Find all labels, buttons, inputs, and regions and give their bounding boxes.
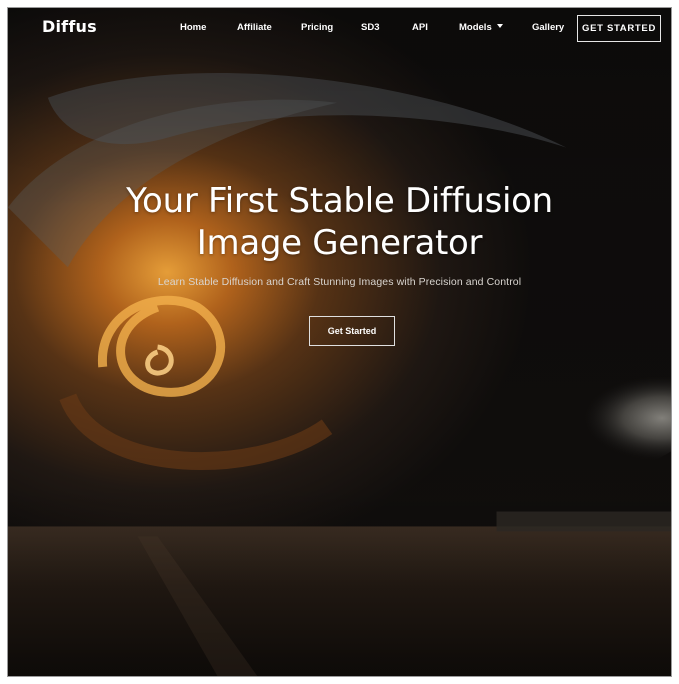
nav-api[interactable]: API [412, 22, 428, 33]
nav-models[interactable]: Models [459, 22, 503, 33]
hero-section: Your First Stable Diffusion Image Genera… [8, 180, 671, 288]
caret-down-icon [496, 24, 503, 29]
nav-pricing[interactable]: Pricing [301, 22, 333, 33]
nav-gallery[interactable]: Gallery [532, 22, 564, 33]
get-started-hero-button[interactable]: Get Started [309, 316, 395, 346]
hero-subtitle: Learn Stable Diffusion and Craft Stunnin… [157, 276, 522, 288]
hero-title-line-1: Your First Stable Diffusion [126, 181, 553, 221]
nav-sd3[interactable]: SD3 [361, 22, 379, 33]
browser-viewport: Diffus Home Affiliate Pricing SD3 API Mo… [7, 7, 672, 677]
nav-models-label: Models [459, 22, 492, 33]
nav-affiliate[interactable]: Affiliate [237, 22, 272, 33]
get-started-nav-button[interactable]: GET STARTED [577, 15, 661, 42]
hero-title: Your First Stable Diffusion Image Genera… [80, 180, 600, 264]
nav-home[interactable]: Home [180, 22, 206, 33]
top-navigation: Diffus Home Affiliate Pricing SD3 API Mo… [8, 8, 671, 50]
hero-title-line-2: Image Generator [196, 223, 483, 263]
nav-links: Home Affiliate Pricing SD3 API Models Ga… [8, 22, 671, 38]
